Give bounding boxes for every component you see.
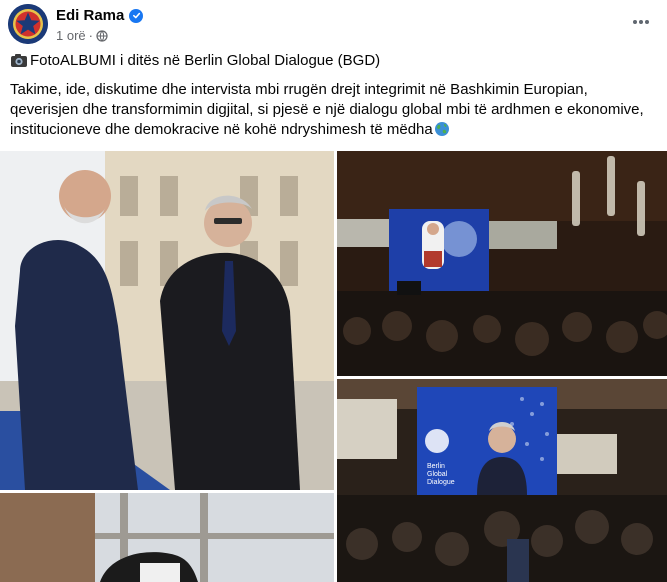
author-avatar[interactable] [8, 4, 48, 44]
post-header: Edi Rama 1 orë · [8, 4, 659, 48]
earth-emoji-icon [434, 122, 449, 136]
verified-badge-icon [129, 8, 144, 23]
post-meta: 1 orë · [56, 28, 108, 43]
globe-icon [96, 29, 108, 42]
photo-4-scene [0, 493, 334, 582]
photo-two-men-outdoors[interactable] [0, 151, 334, 490]
meta-dot: · [88, 28, 93, 43]
post-body-text: Takime, ide, diskutime dhe intervista mb… [10, 81, 644, 138]
author-name-row[interactable]: Edi Rama [56, 7, 144, 24]
post-title-text: FotoALBUMI i ditës në Berlin Global Dial… [30, 52, 381, 69]
photo-1-scene [0, 151, 334, 490]
photo-speaker-on-screen[interactable]: Berlin Global Dialogue [337, 379, 667, 582]
photo-conference-hall[interactable] [337, 151, 667, 376]
photo-window-interior[interactable] [0, 493, 334, 582]
post-title: FotoALBUMI i ditës në Berlin Global Dial… [10, 52, 380, 69]
photo-3-scene [337, 379, 667, 582]
author-name[interactable]: Edi Rama [56, 7, 124, 24]
camera-icon [11, 54, 27, 67]
star-emblem-icon [8, 4, 48, 44]
post-body: Takime, ide, diskutime dhe intervista mb… [10, 80, 660, 140]
more-options-icon[interactable] [629, 10, 653, 34]
screen-caption: Berlin Global Dialogue [427, 463, 455, 486]
photo-2-scene [337, 151, 667, 376]
post-time[interactable]: 1 orë [56, 28, 86, 43]
